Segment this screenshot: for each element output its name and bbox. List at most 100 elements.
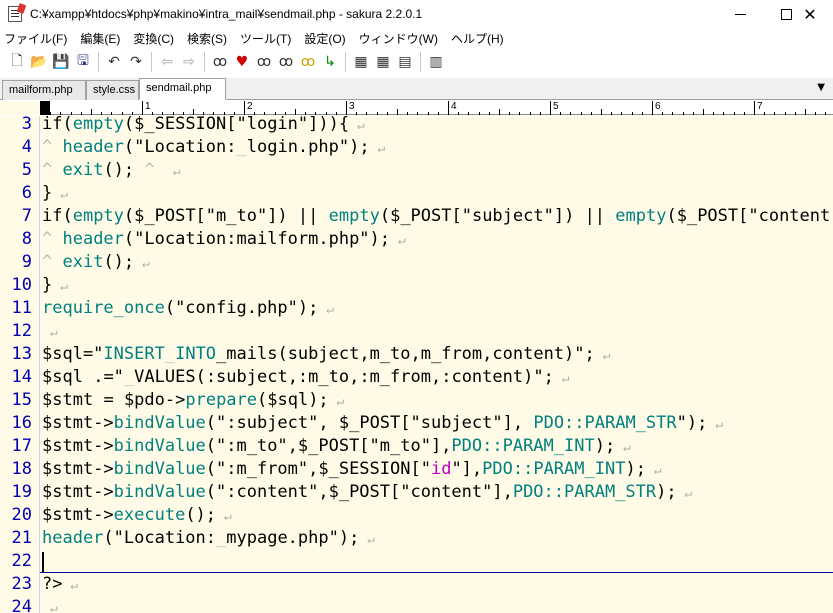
tab-sendmail[interactable]: sendmail.php — [139, 78, 226, 100]
compare-icon[interactable]: ▦ — [350, 51, 372, 73]
code-token: || — [584, 206, 606, 226]
new-file-icon[interactable]: 🗋 — [6, 51, 28, 73]
ruler-tick — [601, 109, 602, 115]
ruler-tick — [121, 112, 123, 115]
jump-icon[interactable]: ↳ — [319, 51, 341, 73]
whitespace-marker — [523, 413, 533, 433]
find-prev-icon[interactable]: ꝏ — [253, 51, 275, 73]
code-line[interactable]: 5 ^ exit(); ^ ↵ — [0, 159, 833, 182]
code-token: _mails(subject,m_to,m_from,content)"; — [216, 344, 595, 364]
code-token: $stmt-> — [42, 505, 114, 525]
menu-file[interactable]: ファイル(F) — [4, 30, 67, 47]
line-return-icon: ↵ — [42, 601, 58, 613]
tab-list-dropdown-icon[interactable]: ▼ — [817, 82, 825, 93]
ruler-tick — [529, 112, 531, 115]
line-number: 11 — [11, 298, 32, 318]
menu-tools[interactable]: ツール(T) — [240, 30, 291, 47]
tab-style[interactable]: style.css — [86, 80, 139, 100]
code-line[interactable]: 18 $stmt->bindValue(":m_from",$_SESSION["… — [0, 458, 833, 481]
code-token: ($_POST["content"] — [666, 206, 833, 226]
code-token: if( — [42, 206, 73, 226]
ruler-tick — [50, 112, 52, 115]
ruler-tick — [101, 112, 103, 115]
code-line[interactable]: 13 $sql="INSERT_INTO_mails(subject,m_to,m… — [0, 343, 833, 366]
ruler-tick — [366, 112, 368, 115]
save-all-icon[interactable]: 🖫 — [72, 51, 94, 73]
whitespace-marker — [114, 390, 124, 410]
menu-convert[interactable]: 変換(C) — [133, 30, 174, 47]
minimize-button[interactable] — [717, 0, 763, 28]
ruler-scale: 01234567 — [40, 101, 833, 115]
ruler-tick — [407, 112, 409, 115]
mark-icon[interactable]: ꝏ — [297, 51, 319, 73]
code-line[interactable]: 16 $stmt->bindValue(":subject", $_POST["s… — [0, 412, 833, 435]
ruler-label: 1 — [145, 101, 151, 112]
code-line[interactable]: 17 $stmt->bindValue(":m_to",$_POST["m_to"… — [0, 435, 833, 458]
grep-icon[interactable]: ▦ — [372, 51, 394, 73]
code-token: (":m_from",$_SESSION[" — [205, 459, 431, 479]
back-icon[interactable]: ⇦ — [156, 51, 178, 73]
code-line[interactable]: 19 $stmt->bindValue(":content",$_POST["co… — [0, 481, 833, 504]
code-token: ($sql); — [257, 390, 329, 410]
code-line[interactable]: 21 header("Location:_mypage.php"); ↵ — [0, 527, 833, 550]
code-line[interactable]: 12 ↵ — [0, 320, 833, 343]
code-token: ("Location:mailform.php"); — [123, 229, 391, 249]
forward-icon[interactable]: ⇨ — [178, 51, 200, 73]
line-number: 8 — [21, 229, 32, 249]
menu-settings[interactable]: 設定(O) — [304, 30, 345, 47]
line-text: ↵ — [42, 596, 58, 613]
ruler-gutter — [0, 101, 40, 115]
line-number: 10 — [11, 275, 32, 295]
code-line[interactable]: 8 ^ header("Location:mailform.php"); ↵ — [0, 228, 833, 251]
line-return-icon: ↵ — [645, 463, 662, 478]
code-line[interactable]: 15 $stmt = $pdo->prepare($sql); ↵ — [0, 389, 833, 412]
find-text-icon[interactable]: ꝏ — [275, 51, 297, 73]
find-next-icon[interactable]: ♥ — [231, 51, 253, 73]
redo-icon[interactable]: ↷ — [125, 51, 147, 73]
code-line[interactable]: 7 if(empty($_POST["m_to"]) || empty($_POS… — [0, 205, 833, 228]
code-line[interactable]: 3 if(empty($_SESSION["login"])){ ↵ — [0, 116, 833, 136]
keyword-token: empty — [328, 206, 380, 226]
code-line[interactable]: 24 ↵ — [0, 596, 833, 613]
code-token: $stmt-> — [42, 459, 114, 479]
save-icon[interactable]: 💾 — [50, 51, 72, 73]
code-line[interactable]: 20 $stmt->execute(); ↵ — [0, 504, 833, 527]
ruler-tick — [754, 101, 755, 115]
ruler-tick — [560, 112, 562, 115]
code-line[interactable]: 11 require_once("config.php"); ↵ — [0, 297, 833, 320]
undo-icon[interactable]: ↶ — [103, 51, 125, 73]
line-number: 23 — [11, 574, 32, 594]
code-line[interactable]: 10} ↵ — [0, 274, 833, 297]
tag-icon[interactable]: ▤ — [394, 51, 416, 73]
ruler-tick — [162, 112, 164, 115]
outline-icon[interactable]: ▥ — [425, 51, 447, 73]
tab-mailform[interactable]: mailform.php — [2, 80, 86, 100]
code-token: ?> — [42, 574, 63, 594]
whitespace-marker: _ — [164, 344, 176, 364]
menu-window[interactable]: ウィンドウ(W) — [359, 30, 438, 47]
line-text: $stmt->bindValue(":m_from",$_SESSION["id… — [42, 458, 662, 482]
ruler-label: 5 — [553, 101, 559, 112]
search-icon[interactable]: ꝏ — [209, 51, 231, 73]
ruler-tick — [723, 112, 725, 115]
line-number: 21 — [11, 528, 32, 548]
ruler-tick — [682, 112, 684, 115]
keyword-token: empty — [72, 116, 124, 134]
code-editor[interactable]: 3 if(empty($_SESSION["login"])){ ↵ 4 ^ head… — [0, 116, 833, 613]
code-line[interactable]: 9 ^ exit(); ↵ — [0, 251, 833, 274]
code-line[interactable]: 14 $sql .="_VALUES(:subject,:m_to,:m_from… — [0, 366, 833, 389]
open-file-icon[interactable]: 📂 — [28, 51, 50, 73]
menu-search[interactable]: 検索(S) — [187, 30, 227, 47]
code-line[interactable]: 22 — [0, 550, 833, 573]
keyword-token: bindValue — [113, 413, 206, 433]
code-token: login.php"); — [246, 137, 370, 157]
code-token: ($_POST["subject"]) — [379, 206, 575, 226]
line-text: $sql .="_VALUES(:subject,:m_to,:m_from,:… — [42, 366, 569, 390]
code-line[interactable]: 23 ?> ↵ — [0, 573, 833, 596]
keyword-token: empty — [72, 206, 124, 226]
menu-edit[interactable]: 編集(E) — [80, 30, 120, 47]
code-line[interactable]: 6} ↵ — [0, 182, 833, 205]
menu-help[interactable]: ヘルプ(H) — [451, 30, 504, 47]
code-line[interactable]: 4 ^ header("Location:_login.php"); ↵ — [0, 136, 833, 159]
close-button[interactable]: ✕ — [787, 0, 833, 28]
